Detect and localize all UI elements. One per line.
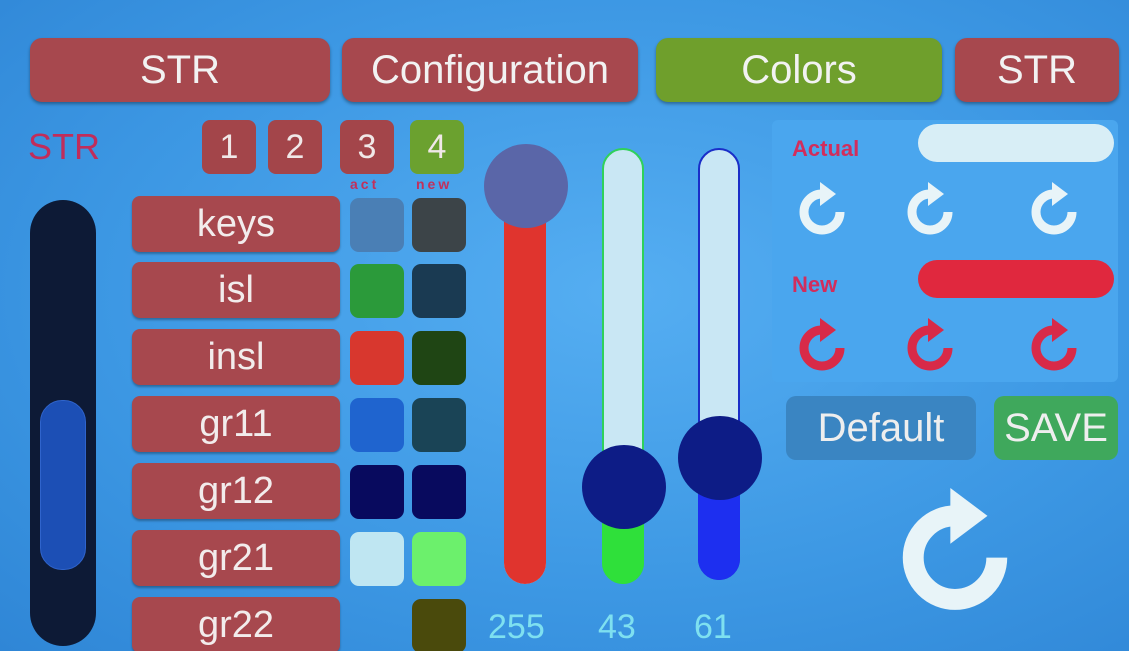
new-swatch[interactable] (412, 465, 466, 519)
element-button-gr11[interactable]: gr11 (132, 396, 340, 452)
str-tab-left[interactable]: STR (30, 38, 330, 102)
new-swatch[interactable] (412, 599, 466, 651)
act-swatch[interactable] (350, 331, 404, 385)
slot-button-2-label: 2 (285, 127, 305, 166)
red-slider-fill (504, 186, 546, 584)
str-tab-right[interactable]: STR (955, 38, 1119, 102)
default-button-label: Default (817, 405, 945, 450)
element-button-insl-label: insl (207, 335, 265, 378)
new-label: New (792, 272, 838, 297)
list-scrollbar-thumb[interactable] (40, 400, 86, 570)
slot-button-3[interactable]: 3 (340, 120, 394, 174)
slot-button-1-label: 1 (219, 127, 239, 166)
red-value: 255 (488, 608, 545, 646)
refresh-icon[interactable] (794, 182, 850, 238)
new-swatch[interactable] (412, 264, 466, 318)
element-button-keys[interactable]: keys (132, 196, 340, 252)
color-preview-panel: Actual New (772, 120, 1118, 382)
blue-value: 61 (694, 608, 732, 646)
default-button[interactable]: Default (786, 396, 976, 460)
element-button-gr12[interactable]: gr12 (132, 463, 340, 519)
blue-slider-knob[interactable] (678, 415, 762, 500)
actual-label: Actual (792, 136, 860, 161)
str-tab-left-label: STR (140, 47, 220, 92)
element-button-gr12-label: gr12 (197, 469, 275, 512)
element-button-gr22-label: gr22 (197, 603, 275, 646)
element-button-isl-label: isl (218, 268, 254, 311)
configuration-tab-label: Configuration (371, 47, 609, 92)
slot-button-2[interactable]: 2 (268, 120, 322, 174)
colors-tab-label: Colors (741, 47, 857, 92)
save-button[interactable]: SAVE (994, 396, 1118, 460)
refresh-icon[interactable] (902, 318, 958, 374)
configuration-tab[interactable]: Configuration (342, 38, 638, 102)
slot-button-3-label: 3 (357, 127, 377, 166)
actual-color-bar (918, 124, 1114, 162)
red-slider-knob[interactable] (484, 144, 568, 228)
new-color-bar (918, 260, 1114, 298)
slot-button-4-label: 4 (427, 127, 447, 166)
act-swatch[interactable] (350, 264, 404, 318)
element-button-insl[interactable]: insl (132, 329, 340, 385)
save-button-label: SAVE (1004, 405, 1108, 450)
new-swatch[interactable] (412, 532, 466, 586)
element-button-gr21[interactable]: gr21 (132, 530, 340, 586)
element-button-gr11-label: gr11 (199, 402, 273, 445)
element-button-keys-label: keys (196, 202, 276, 245)
element-button-gr22[interactable]: gr22 (132, 597, 340, 651)
act-swatch[interactable] (350, 198, 404, 252)
act-swatch[interactable] (350, 398, 404, 452)
slot-button-4[interactable]: 4 (410, 120, 464, 174)
refresh-icon[interactable] (902, 182, 958, 238)
green-slider-knob[interactable] (582, 444, 666, 529)
slot-button-1[interactable]: 1 (202, 120, 256, 174)
new-swatch[interactable] (412, 398, 466, 452)
new-swatch[interactable] (412, 198, 466, 252)
screen: STR Configuration Colors STR STR 1 2 3 4… (0, 0, 1129, 651)
new-column-label: new (416, 176, 453, 192)
str-side-label: STR (28, 126, 100, 167)
green-value: 43 (598, 608, 636, 646)
refresh-icon[interactable] (1026, 318, 1082, 374)
new-swatch[interactable] (412, 331, 466, 385)
refresh-icon[interactable] (1026, 182, 1082, 238)
refresh-icon[interactable] (890, 488, 1020, 618)
act-swatch[interactable] (350, 532, 404, 586)
str-tab-right-label: STR (997, 47, 1077, 92)
act-column-label: act (350, 176, 380, 192)
element-button-isl[interactable]: isl (132, 262, 340, 318)
act-swatch[interactable] (350, 465, 404, 519)
element-button-gr21-label: gr21 (197, 536, 275, 579)
colors-tab[interactable]: Colors (656, 38, 942, 102)
refresh-icon[interactable] (794, 318, 850, 374)
